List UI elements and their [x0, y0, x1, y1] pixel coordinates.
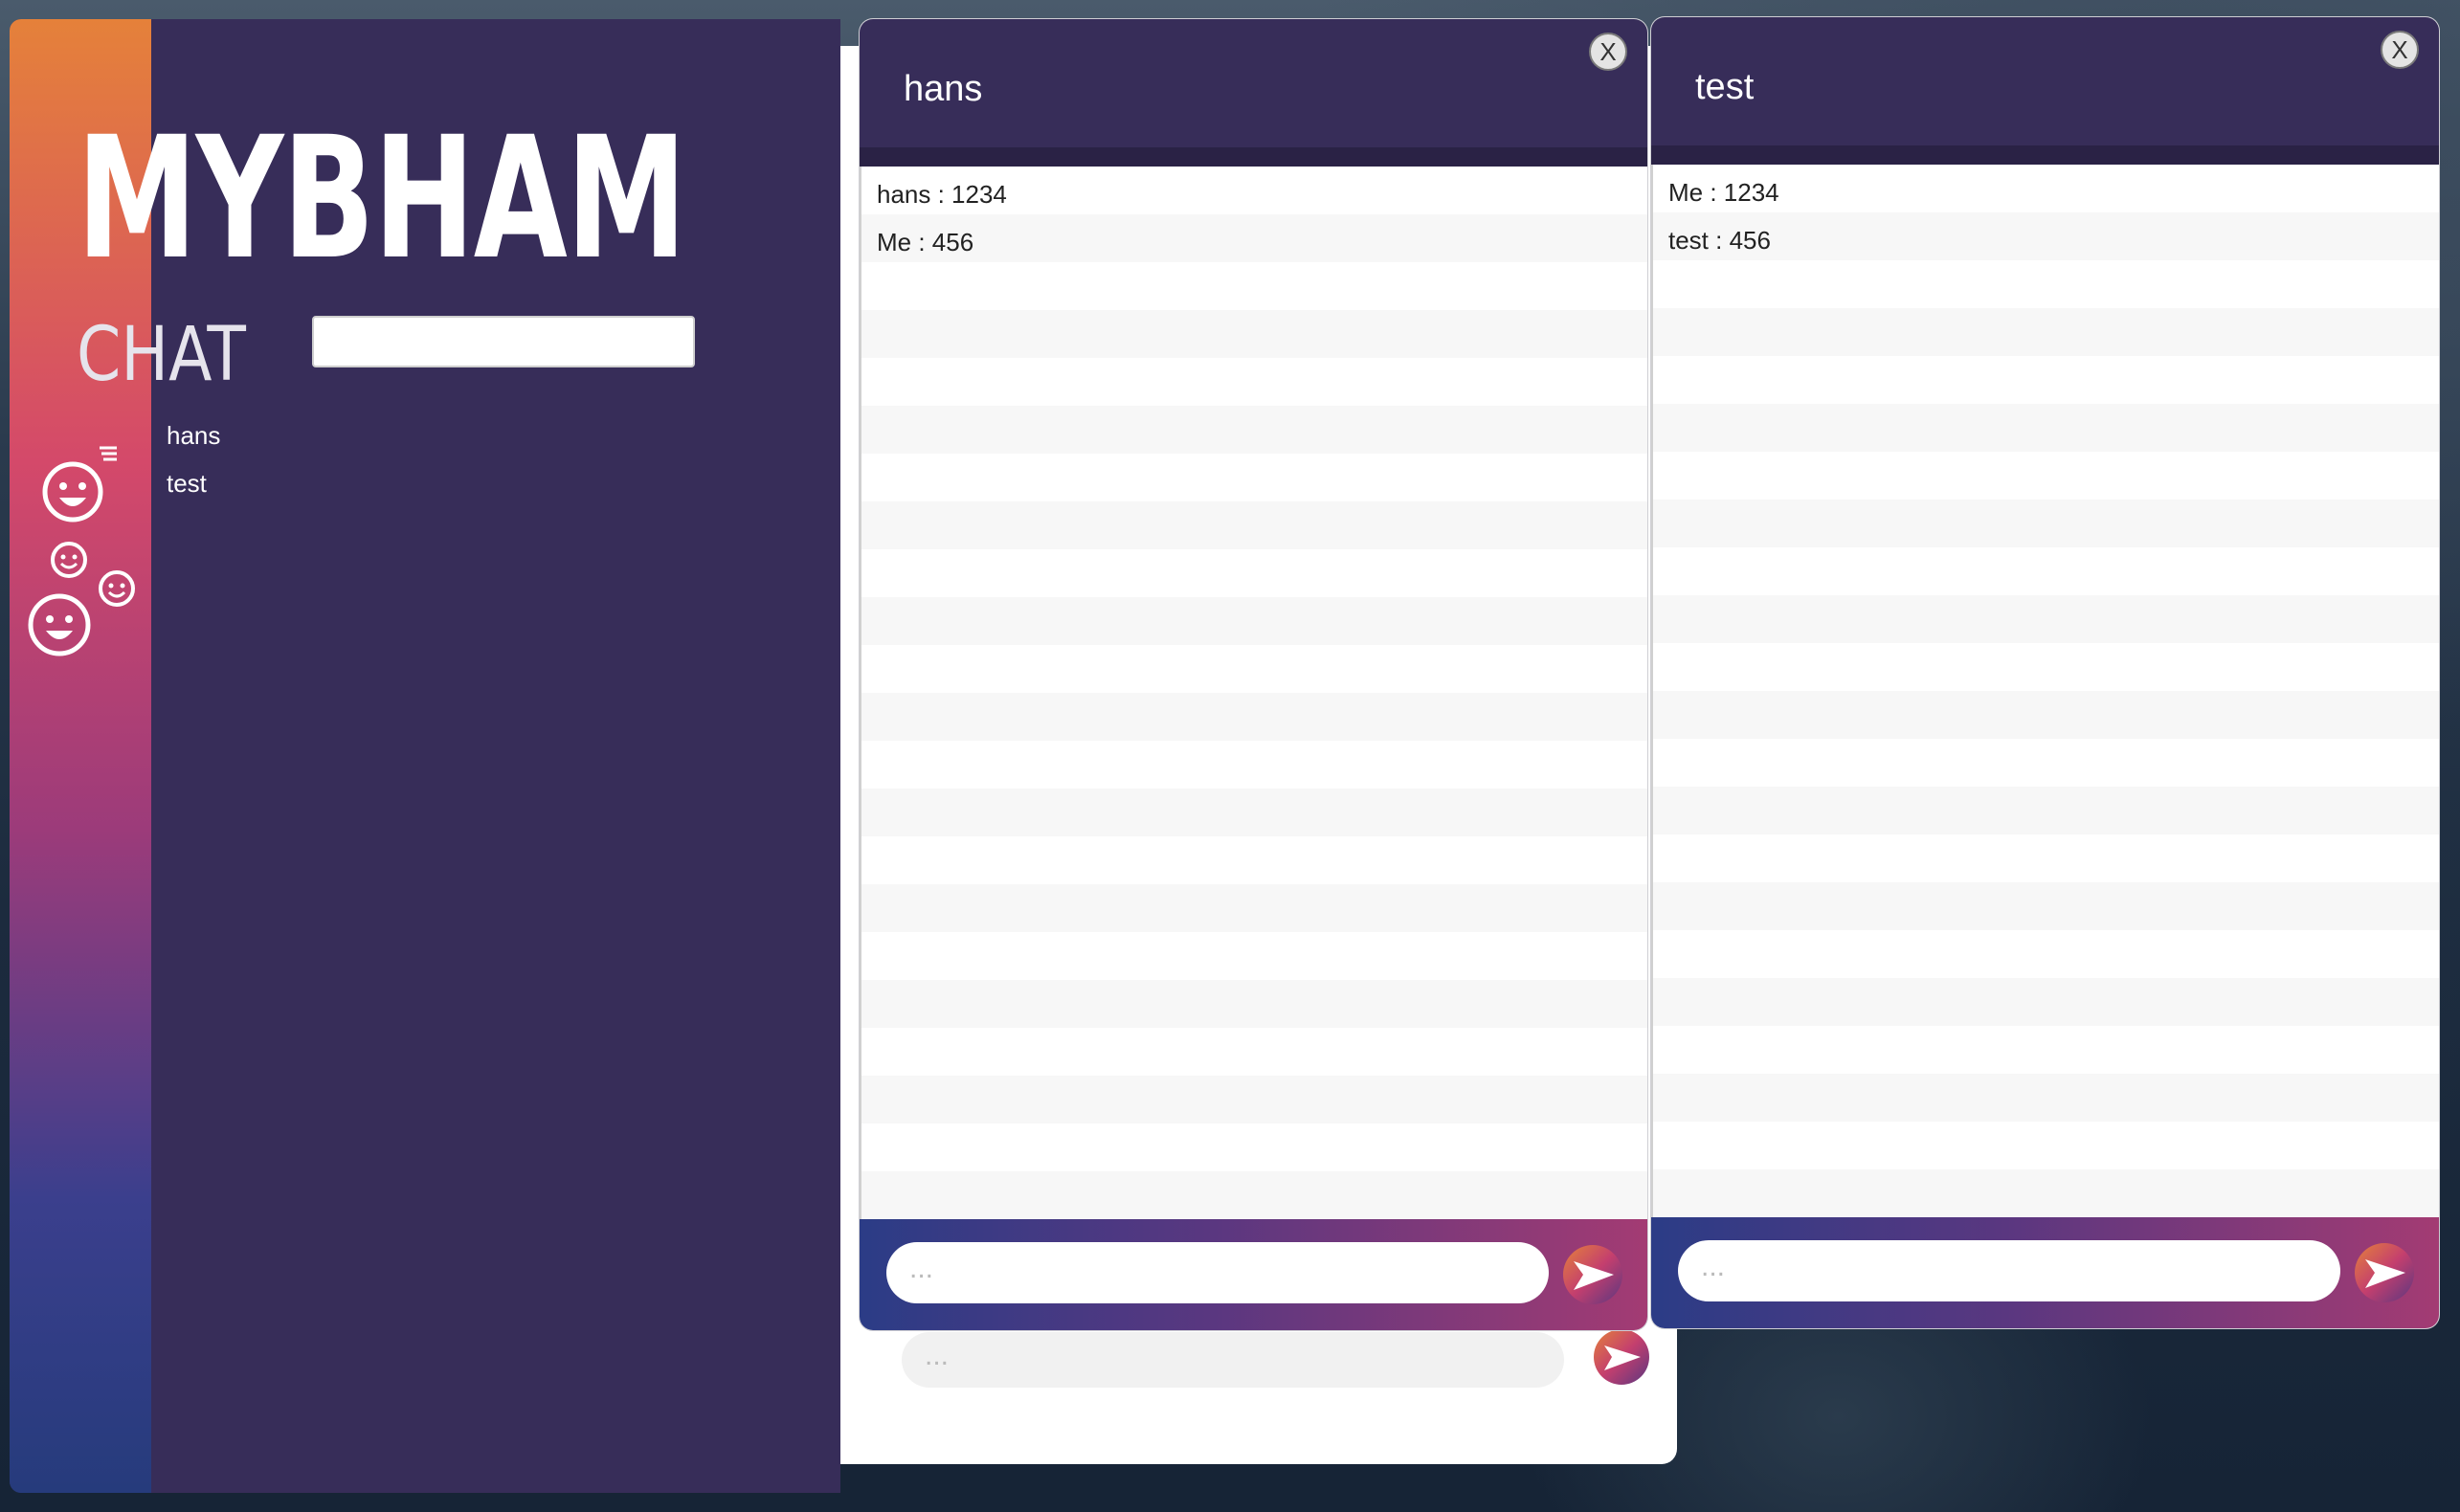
contact-search-input[interactable] — [312, 316, 695, 367]
chat-footer: ... — [860, 1219, 1647, 1330]
app-subtitle: CHAT — [77, 312, 246, 398]
background-message-input[interactable]: ... — [902, 1332, 1564, 1388]
contact-item-test[interactable]: test — [167, 469, 207, 499]
message-item: hans : 1234 — [877, 180, 1007, 209]
message-input[interactable]: ... — [886, 1242, 1549, 1303]
message-input[interactable]: ... — [1678, 1240, 2340, 1301]
header-band — [860, 147, 1647, 167]
chat-window-test: test X Me : 1234 test : 456 ... — [1651, 17, 2439, 1328]
chat-window-hans: hans X hans : 1234 Me : 456 ... — [860, 19, 1647, 1330]
background-send-icon[interactable] — [1593, 1328, 1650, 1386]
close-chat-button[interactable]: X — [2381, 31, 2419, 69]
chat-title: hans — [904, 69, 983, 109]
message-item: Me : 456 — [877, 228, 974, 256]
chat-title: test — [1695, 67, 1755, 107]
group-smiley-icon[interactable] — [27, 541, 140, 657]
contact-item-hans[interactable]: hans — [167, 421, 220, 451]
message-list: hans : 1234 Me : 456 — [860, 167, 1647, 1238]
app-title: MYBHAM — [77, 100, 686, 297]
send-icon[interactable] — [2354, 1242, 2415, 1303]
chat-footer: ... — [1651, 1217, 2439, 1328]
chat-header — [1651, 17, 2439, 145]
main-app-panel: MYBHAM CHAT hans test — [10, 19, 840, 1493]
header-band — [1651, 145, 2439, 165]
send-icon[interactable] — [1562, 1244, 1623, 1305]
message-item: test : 456 — [1668, 226, 1771, 255]
single-smiley-icon[interactable] — [40, 438, 121, 526]
message-item: Me : 1234 — [1668, 178, 1779, 207]
message-list: Me : 1234 test : 456 — [1651, 165, 2439, 1236]
close-chat-button[interactable]: X — [1589, 33, 1627, 71]
